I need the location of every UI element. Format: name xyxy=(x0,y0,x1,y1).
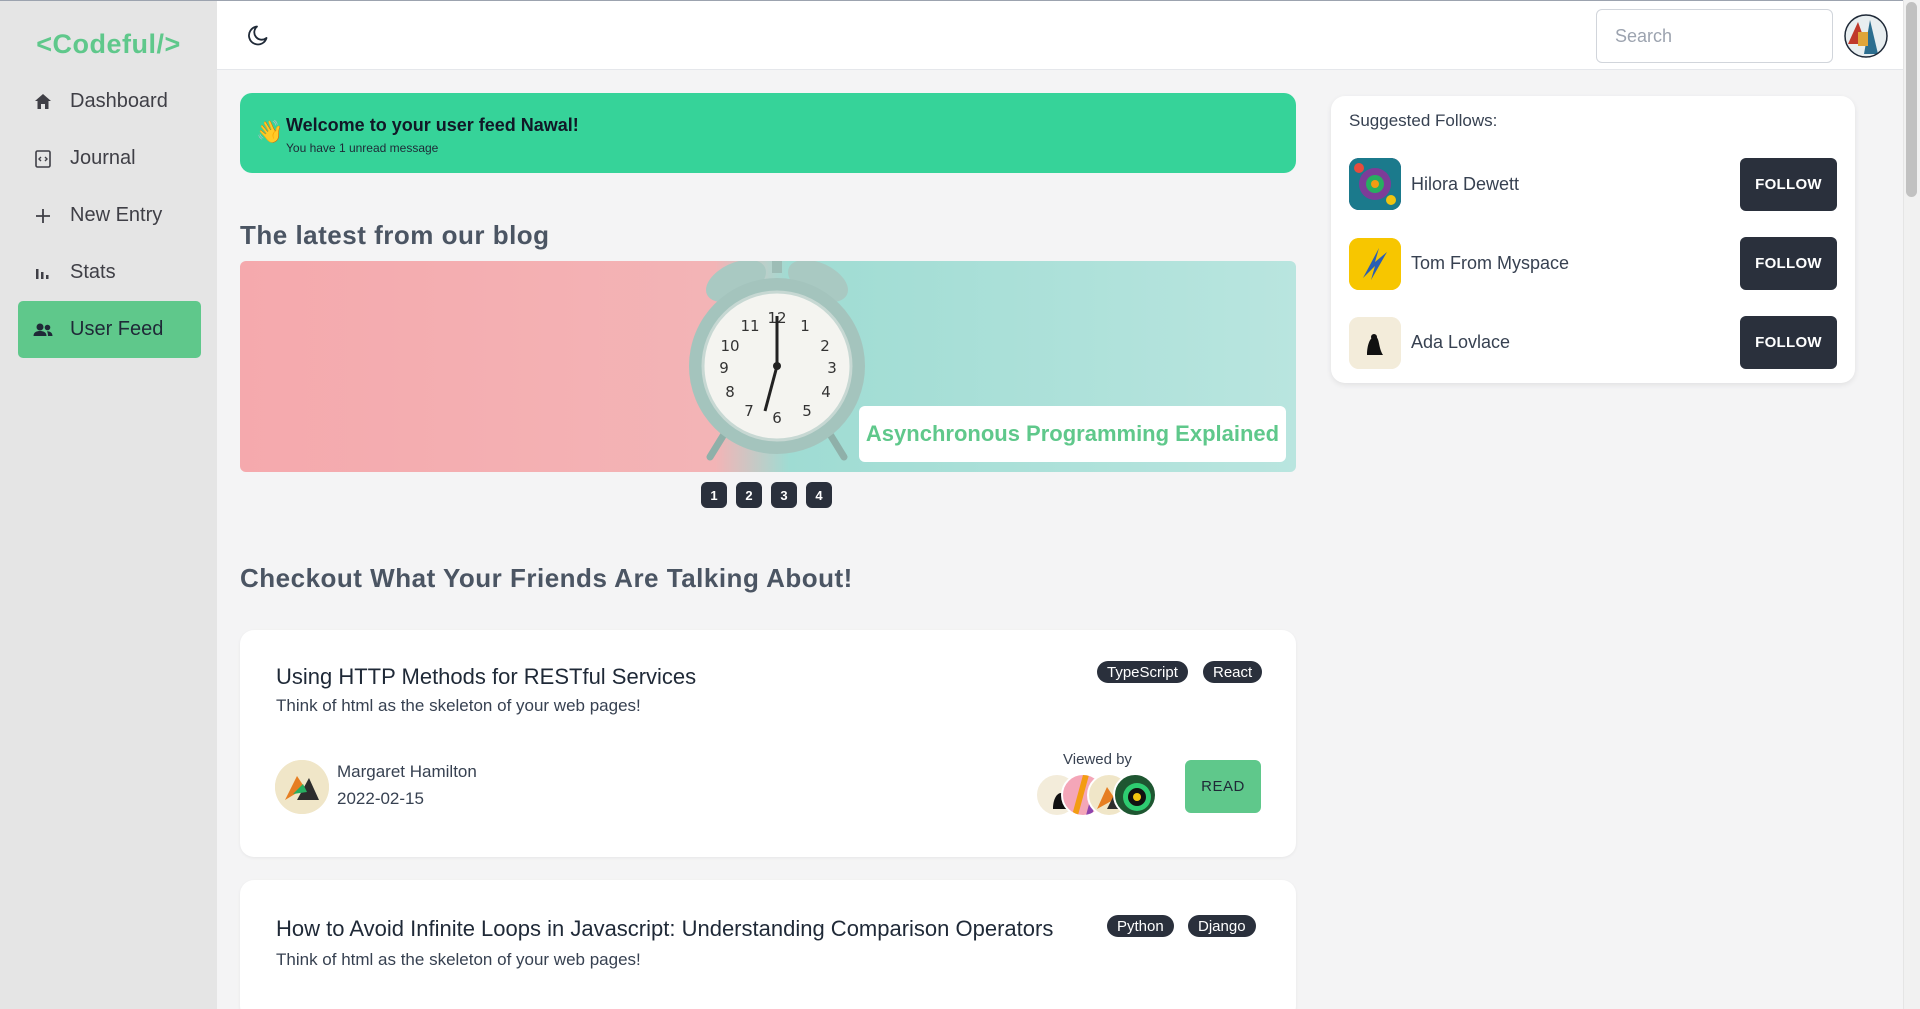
post-subtitle: Think of html as the skeleton of your we… xyxy=(276,950,641,969)
svg-text:9: 9 xyxy=(719,359,729,377)
svg-text:7: 7 xyxy=(744,402,754,420)
post-title[interactable]: Using HTTP Methods for RESTful Services xyxy=(276,664,696,690)
svg-text:2: 2 xyxy=(820,337,830,355)
sidebar-item-dashboard[interactable]: Dashboard xyxy=(18,73,201,130)
svg-text:1: 1 xyxy=(800,317,810,335)
blog-heading: The latest from our blog xyxy=(240,220,550,250)
sidebar-item-label: New Entry xyxy=(70,204,163,226)
post-title[interactable]: How to Avoid Infinite Loops in Javascrip… xyxy=(276,916,1053,942)
sidebar-item-label: Dashboard xyxy=(70,90,168,112)
carousel-page-button[interactable]: 3 xyxy=(771,482,797,508)
suggested-user-name[interactable]: Ada Lovlace xyxy=(1411,332,1510,353)
users-icon xyxy=(32,319,54,341)
svg-text:11: 11 xyxy=(740,317,759,335)
carousel-page-button[interactable]: 1 xyxy=(701,482,727,508)
welcome-subtitle[interactable]: You have 1 unread message xyxy=(286,141,438,155)
welcome-title: Welcome to your user feed Nawal! xyxy=(286,115,579,135)
svg-text:10: 10 xyxy=(720,337,739,355)
sidebar-item-user-feed[interactable]: User Feed xyxy=(18,301,201,358)
welcome-banner: 👋 Welcome to your user feed Nawal! You h… xyxy=(240,93,1296,173)
author-avatar[interactable] xyxy=(275,760,329,814)
home-icon xyxy=(32,91,54,113)
feed-heading: Checkout What Your Friends Are Talking A… xyxy=(240,563,853,593)
plus-icon xyxy=(32,205,54,227)
suggested-user-name[interactable]: Hilora Dewett xyxy=(1411,174,1519,195)
post-card: How to Avoid Infinite Loops in Javascrip… xyxy=(240,880,1296,1009)
suggested-follows-title: Suggested Follows: xyxy=(1349,111,1498,130)
suggested-follows-card: Suggested Follows: Hilora Dewett FOLLOW … xyxy=(1331,96,1855,383)
post-subtitle: Think of html as the skeleton of your we… xyxy=(276,696,641,715)
journal-icon xyxy=(32,148,54,170)
read-button[interactable]: READ xyxy=(1185,760,1261,813)
user-avatar[interactable] xyxy=(1349,317,1401,369)
user-avatar[interactable] xyxy=(1844,14,1888,58)
post-date: 2022-02-15 xyxy=(337,789,424,808)
svg-text:6: 6 xyxy=(772,409,782,427)
moon-icon[interactable] xyxy=(245,23,271,49)
sidebar-item-journal[interactable]: Journal xyxy=(18,130,201,187)
topbar xyxy=(217,0,1903,70)
tag-badge[interactable]: React xyxy=(1203,661,1263,683)
sidebar-item-label: Stats xyxy=(70,261,116,283)
follow-button[interactable]: FOLLOW xyxy=(1740,237,1837,290)
sidebar-item-new-entry[interactable]: New Entry xyxy=(18,187,201,244)
blog-carousel-slide[interactable]: 12 1 2 3 4 5 6 7 8 9 10 11 Asynchronous … xyxy=(240,261,1296,472)
blog-title-card[interactable]: Asynchronous Programming Explained xyxy=(859,406,1286,462)
tag-badge[interactable]: Django xyxy=(1188,915,1256,937)
follow-button[interactable]: FOLLOW xyxy=(1740,316,1837,369)
viewed-by-label: Viewed by xyxy=(1063,751,1132,768)
viewer-avatar[interactable] xyxy=(1113,773,1157,817)
svg-text:5: 5 xyxy=(802,402,812,420)
page-scrollbar[interactable] xyxy=(1903,0,1920,1009)
sidebar-item-label: Journal xyxy=(70,147,136,169)
search-input[interactable] xyxy=(1596,9,1833,63)
sidebar-item-stats[interactable]: Stats xyxy=(18,244,201,301)
tag-badge[interactable]: Python xyxy=(1107,915,1174,937)
carousel-pagination: 1 2 3 4 xyxy=(701,482,832,508)
svg-text:4: 4 xyxy=(821,383,831,401)
bar-chart-icon xyxy=(32,262,54,284)
svg-text:8: 8 xyxy=(725,383,735,401)
user-avatar[interactable] xyxy=(1349,158,1401,210)
tag-badge[interactable]: TypeScript xyxy=(1097,661,1188,683)
carousel-page-button[interactable]: 2 xyxy=(736,482,762,508)
post-card: Using HTTP Methods for RESTful Services … xyxy=(240,630,1296,857)
sidebar: <Codeful/> Dashboard Journal New Entry S… xyxy=(0,0,217,1009)
blog-featured-title: Asynchronous Programming Explained xyxy=(865,421,1280,446)
scrollbar-thumb[interactable] xyxy=(1906,2,1917,197)
sidebar-item-label: User Feed xyxy=(70,318,164,340)
follow-button[interactable]: FOLLOW xyxy=(1740,158,1837,211)
wave-icon: 👋 xyxy=(256,119,284,144)
suggested-user-name[interactable]: Tom From Myspace xyxy=(1411,253,1569,274)
svg-text:3: 3 xyxy=(827,359,837,377)
author-name[interactable]: Margaret Hamilton xyxy=(337,762,477,782)
app-logo[interactable]: <Codeful/> xyxy=(0,29,217,60)
user-avatar[interactable] xyxy=(1349,238,1401,290)
carousel-page-button[interactable]: 4 xyxy=(806,482,832,508)
